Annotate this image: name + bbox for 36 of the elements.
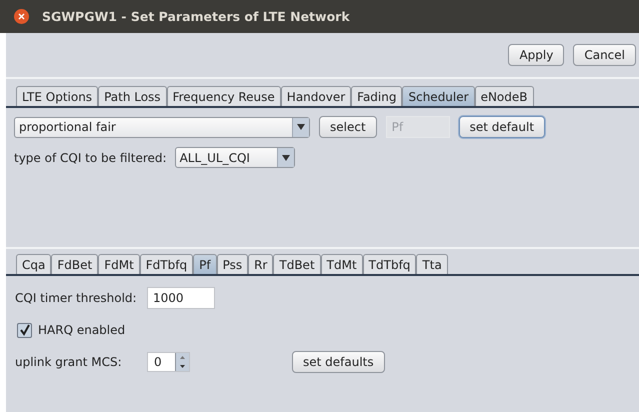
cancel-button[interactable]: Cancel [573, 44, 636, 66]
close-icon[interactable] [14, 9, 29, 24]
cqi-filter-label: type of CQI to be filtered: [14, 150, 167, 164]
tab[interactable]: Rr [248, 254, 274, 274]
tab[interactable]: Tta [416, 254, 448, 274]
tab[interactable]: Pss [216, 254, 248, 274]
cqi-filter-dropdown[interactable]: ALL_UL_CQI [174, 147, 295, 168]
tab[interactable]: Cqa [16, 254, 52, 274]
harq-label: HARQ enabled [38, 323, 126, 337]
tab[interactable]: LTE Options [16, 86, 98, 106]
caret-icon [276, 148, 294, 167]
set-defaults-button[interactable]: set defaults [292, 351, 385, 373]
window-title: SGWPGW1 - Set Parameters of LTE Network [42, 9, 350, 24]
threshold-label: CQI timer threshold: [15, 291, 138, 305]
tab[interactable]: Path Loss [98, 86, 167, 106]
tab[interactable]: Frequency Reuse [166, 86, 281, 106]
tab[interactable]: Scheduler [402, 86, 475, 106]
tab[interactable]: Pf [193, 254, 217, 274]
set-default-button[interactable]: set default [458, 116, 546, 138]
threshold-field[interactable]: 1000 [147, 287, 215, 309]
select-button[interactable]: select [319, 116, 377, 138]
mcs-label: uplink grant MCS: [15, 355, 123, 369]
caret-icon [292, 118, 309, 136]
tab[interactable]: TdMt [320, 254, 363, 274]
tab[interactable]: TdBet [273, 254, 321, 274]
tab[interactable]: Fading [351, 86, 402, 106]
tab[interactable]: TdTbfq [362, 254, 416, 274]
tab[interactable]: FdBet [51, 254, 98, 274]
scheduler-dropdown[interactable]: proportional fair [14, 116, 310, 138]
apply-button[interactable]: Apply [508, 44, 564, 66]
tab[interactable]: FdTbfq [140, 254, 194, 274]
tab[interactable]: eNodeB [474, 86, 534, 106]
tab[interactable]: FdMt [98, 254, 140, 274]
tab[interactable]: Handover [280, 86, 352, 106]
mcs-spinner[interactable]: 0 [147, 352, 190, 372]
harq-checkbox[interactable] [17, 322, 32, 338]
